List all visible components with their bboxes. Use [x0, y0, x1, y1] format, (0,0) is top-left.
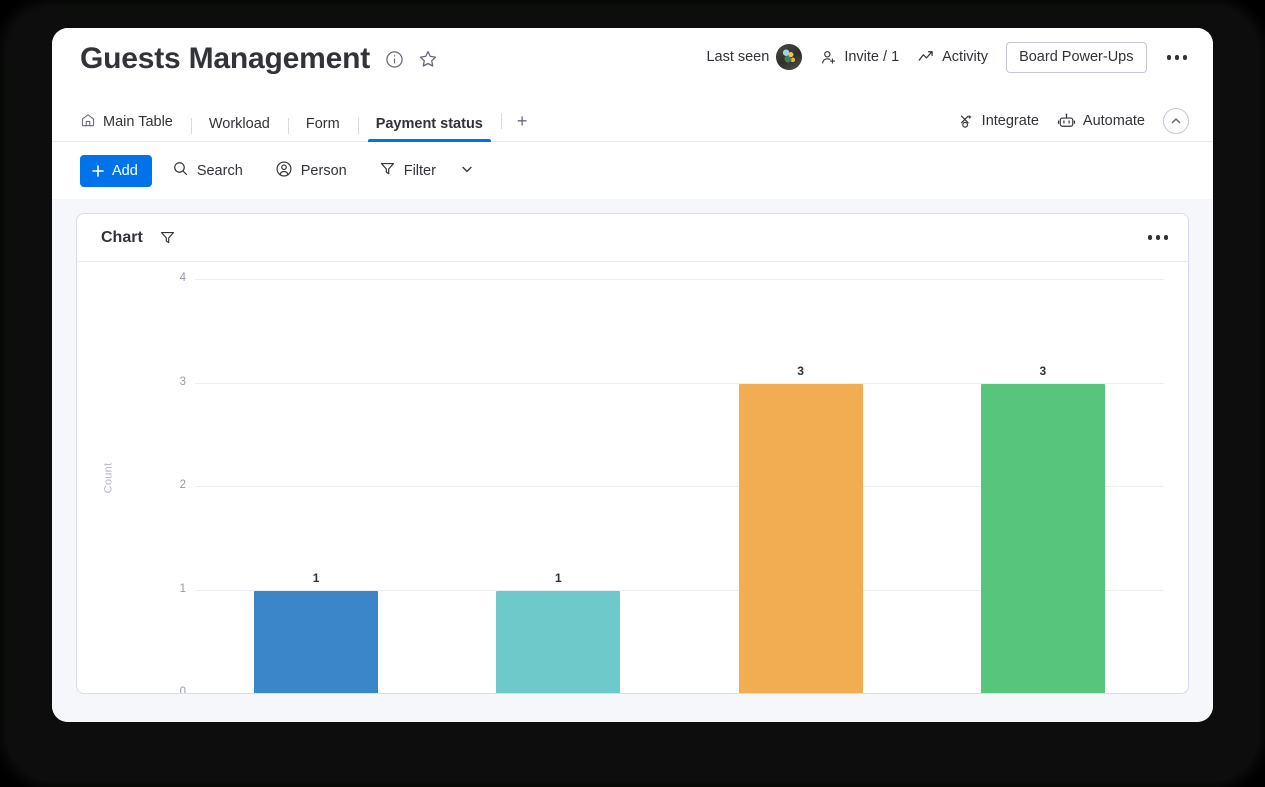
- board-power-ups-button[interactable]: Board Power-Ups: [1006, 42, 1147, 73]
- funnel-icon: [379, 160, 396, 181]
- last-seen[interactable]: Last seen: [706, 44, 803, 71]
- search-button[interactable]: Search: [160, 155, 255, 187]
- funnel-icon[interactable]: [159, 229, 176, 246]
- tab-payment-status[interactable]: Payment status: [357, 116, 501, 142]
- board-header: Guests Management Last seen Invite / 1 A…: [52, 28, 1213, 108]
- person-icon: [275, 160, 293, 182]
- chart-bar[interactable]: [738, 383, 863, 693]
- y-axis-title: Count: [102, 462, 115, 494]
- chart-bar-group: 1Pending payment: [437, 280, 679, 693]
- info-circle-icon[interactable]: [384, 49, 404, 69]
- chart-plot: 0 1 2 3 4 1Payroll submitted1Pending payment…: [180, 272, 1164, 693]
- activity-label: Activity: [942, 49, 989, 66]
- tab-label: Workload: [208, 116, 270, 132]
- avatar[interactable]: [776, 44, 803, 71]
- tab-main-table[interactable]: Main Table: [80, 112, 191, 141]
- tab-label: Form: [305, 116, 340, 132]
- tab-label: Payment status: [375, 116, 483, 132]
- tab-divider: [287, 118, 289, 134]
- app-window: Guests Management Last seen Invite / 1 A…: [52, 28, 1213, 722]
- chart-bars: 1Payroll submitted1Pending payment3Send …: [195, 280, 1164, 693]
- tab-divider: [500, 113, 502, 129]
- star-icon[interactable]: [418, 49, 438, 69]
- y-axis-tick-label: 1: [179, 582, 186, 595]
- page-title: Guests Management: [80, 42, 371, 75]
- chart-bar[interactable]: [496, 590, 621, 693]
- activity-button[interactable]: Activity: [917, 48, 988, 66]
- invite-button[interactable]: Invite / 1: [820, 49, 899, 66]
- add-view-button[interactable]: +: [500, 111, 542, 141]
- chart-bar-value-label: 3: [1039, 363, 1047, 378]
- filter-dropdown-chevron[interactable]: [456, 155, 478, 187]
- filter-label: Filter: [403, 162, 436, 179]
- chart-widget: Chart Count 0 1 2 3 4 1Payroll submitted1Pen…: [76, 213, 1189, 694]
- tab-divider: [357, 118, 359, 134]
- add-button[interactable]: Add: [80, 154, 152, 187]
- board-toolbar: Add Search Person Filter: [52, 142, 1213, 199]
- tab-workload[interactable]: Workload: [190, 116, 288, 141]
- y-axis-tick-label: 0: [179, 686, 186, 694]
- view-tabs: Main Table Workload Form Payment status …: [80, 107, 542, 142]
- chart-bar[interactable]: [254, 590, 379, 693]
- chart-bar-group: 3Paid: [922, 280, 1164, 693]
- chevron-up-icon[interactable]: [1163, 108, 1189, 134]
- chart-bar-group: 1Payroll submitted: [195, 280, 437, 693]
- tab-label: Main Table: [103, 114, 173, 130]
- chart-plot-region: Count 0 1 2 3 4 1Payroll submitted1Pending p…: [77, 262, 1188, 693]
- chevron-down-icon: [460, 162, 474, 180]
- add-view-label: +: [516, 111, 528, 131]
- chart-widget-more-options-icon[interactable]: [1147, 235, 1168, 240]
- last-seen-label: Last seen: [706, 49, 770, 66]
- chart-widget-header: Chart: [77, 214, 1188, 262]
- filter-button[interactable]: Filter: [367, 155, 448, 187]
- y-axis-tick-label: 2: [179, 479, 186, 491]
- chart-widget-title: Chart: [101, 228, 143, 246]
- chart-bar-group: 3Send payroll: [680, 280, 922, 693]
- chart-bar[interactable]: [980, 383, 1105, 693]
- invite-label: Invite / 1: [844, 49, 900, 66]
- chart-bar-value-label: 1: [312, 570, 320, 585]
- tab-form[interactable]: Form: [287, 116, 358, 141]
- home-icon: [80, 112, 96, 132]
- integrate-button[interactable]: Integrate: [957, 112, 1039, 130]
- chart-bar-value-label: 1: [555, 570, 562, 585]
- tab-divider: [190, 118, 192, 134]
- board-canvas: Chart Count 0 1 2 3 4 1Payroll submitted1Pen…: [52, 199, 1213, 722]
- y-axis-tick: 0: [180, 686, 186, 693]
- y-axis-tick-label: 4: [179, 272, 186, 284]
- person-label: Person: [300, 162, 347, 179]
- search-label: Search: [196, 162, 243, 179]
- board-title-row: Guests Management: [80, 42, 438, 76]
- board-more-options-icon[interactable]: [1165, 51, 1190, 64]
- add-button-label: Add: [112, 162, 138, 179]
- y-axis-tick-label: 3: [179, 375, 186, 388]
- automate-button[interactable]: Automate: [1057, 112, 1145, 131]
- automate-label: Automate: [1082, 113, 1145, 129]
- chart-bar-value-label: 3: [797, 363, 804, 378]
- tabbar-actions: Integrate Automate: [957, 108, 1189, 134]
- person-button[interactable]: Person: [263, 155, 359, 187]
- board-header-actions: Last seen Invite / 1 Activity Board Powe…: [706, 42, 1189, 73]
- view-tabbar: Main Table Workload Form Payment status …: [52, 108, 1213, 142]
- search-icon: [172, 160, 189, 181]
- integrate-label: Integrate: [981, 113, 1039, 129]
